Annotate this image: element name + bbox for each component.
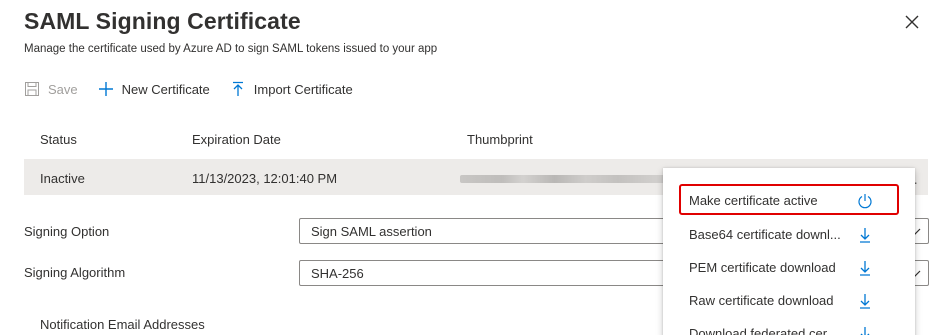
plus-icon	[98, 82, 113, 96]
upload-icon	[232, 81, 243, 96]
new-certificate-button[interactable]: New Certificate	[98, 81, 210, 97]
row-status: Inactive	[40, 171, 85, 186]
command-bar: Save New Certificate Import Certificate	[24, 76, 373, 102]
menu-item-label: Base64 certificate downl...	[689, 227, 841, 242]
column-header-status: Status	[40, 132, 77, 147]
save-icon	[25, 82, 39, 96]
row-expiration: 11/13/2023, 12:01:40 PM	[192, 171, 338, 186]
import-certificate-button[interactable]: Import Certificate	[230, 81, 353, 97]
signing-option-value: Sign SAML assertion	[311, 224, 432, 239]
panel-subtitle: Manage the certificate used by Azure AD …	[24, 43, 438, 55]
signing-algorithm-label: Signing Algorithm	[24, 265, 126, 280]
notification-email-label: Notification Email Addresses	[40, 317, 205, 332]
federated-download-item[interactable]: Download federated cer...	[663, 317, 915, 335]
column-header-thumbprint: Thumbprint	[467, 132, 533, 147]
raw-download-item[interactable]: Raw certificate download	[663, 284, 915, 318]
certificate-context-menu: Make certificate active Base64 certifica…	[663, 168, 915, 335]
import-certificate-label: Import Certificate	[253, 81, 353, 97]
signing-option-label: Signing Option	[24, 224, 110, 239]
menu-item-label: Make certificate active	[689, 193, 818, 208]
make-certificate-active-item[interactable]: Make certificate active	[663, 184, 915, 218]
close-button[interactable]	[900, 10, 924, 34]
thumbprint-redacted	[460, 175, 670, 183]
download-icon	[860, 294, 870, 309]
column-header-expiration: Expiration Date	[192, 132, 281, 147]
panel-title: SAML Signing Certificate	[24, 8, 301, 34]
download-icon	[860, 228, 870, 243]
certificates-grid-header: Status Expiration Date Thumbprint	[24, 124, 928, 156]
download-icon	[860, 327, 870, 335]
save-button[interactable]: Save	[24, 81, 78, 97]
menu-item-label: Download federated cer...	[689, 326, 838, 335]
signing-algorithm-value: SHA-256	[311, 266, 364, 281]
save-label: Save	[48, 81, 78, 97]
power-icon	[858, 194, 872, 209]
new-certificate-label: New Certificate	[121, 81, 210, 97]
download-icon	[860, 261, 870, 276]
menu-item-label: Raw certificate download	[689, 293, 834, 308]
base64-download-item[interactable]: Base64 certificate downl...	[663, 218, 915, 252]
pem-download-item[interactable]: PEM certificate download	[663, 251, 915, 285]
menu-item-label: PEM certificate download	[689, 260, 836, 275]
close-icon	[905, 15, 919, 29]
